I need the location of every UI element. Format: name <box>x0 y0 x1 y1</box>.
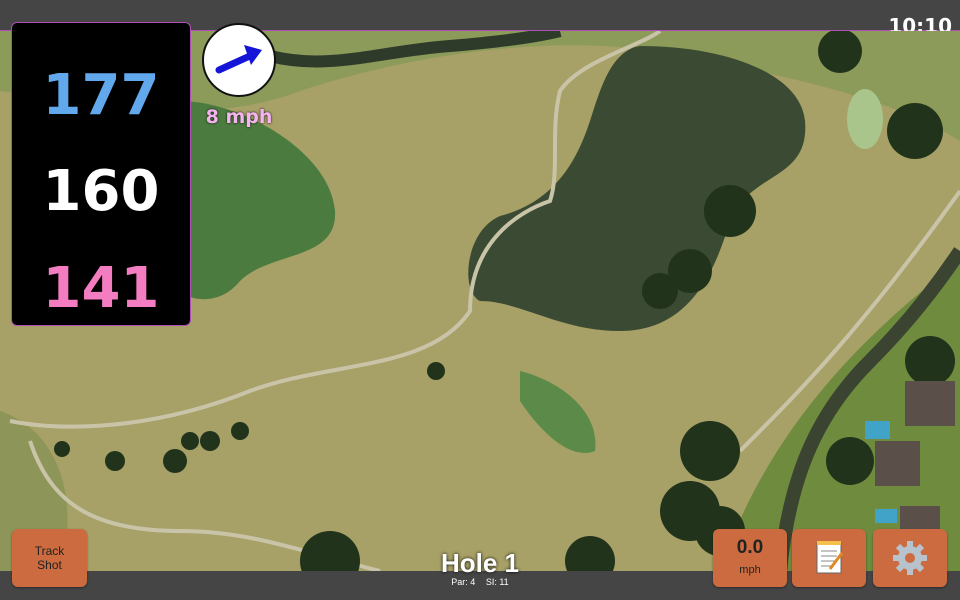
notepad-icon <box>816 541 844 574</box>
track-shot-button[interactable]: Track Shot <box>12 529 87 587</box>
hole-par: Par: 4 <box>451 577 476 587</box>
speed-value: 0.0 <box>736 537 764 558</box>
speed-button[interactable]: 0.0 mph <box>713 529 787 587</box>
track-shot-label-line1: Track <box>34 544 65 558</box>
gear-icon <box>893 541 927 575</box>
hole-info: Par: 4 SI: 11 <box>380 577 580 587</box>
wind-indicator <box>202 23 276 97</box>
wind-speed: 8 mph <box>205 106 273 128</box>
distance-front: 141 <box>42 256 160 321</box>
speed-unit: mph <box>739 564 761 576</box>
notes-button[interactable] <box>792 529 866 587</box>
settings-button[interactable] <box>873 529 947 587</box>
distance-back: 177 <box>42 63 160 128</box>
hole-title: Hole 1 <box>440 548 520 578</box>
hole-stroke-index: SI: 11 <box>485 577 509 587</box>
distance-panel: 177 160 141 <box>11 22 191 326</box>
arrow-right-icon <box>215 45 262 74</box>
track-shot-label-line2: Shot <box>37 558 62 572</box>
distance-middle: 160 <box>42 159 160 224</box>
